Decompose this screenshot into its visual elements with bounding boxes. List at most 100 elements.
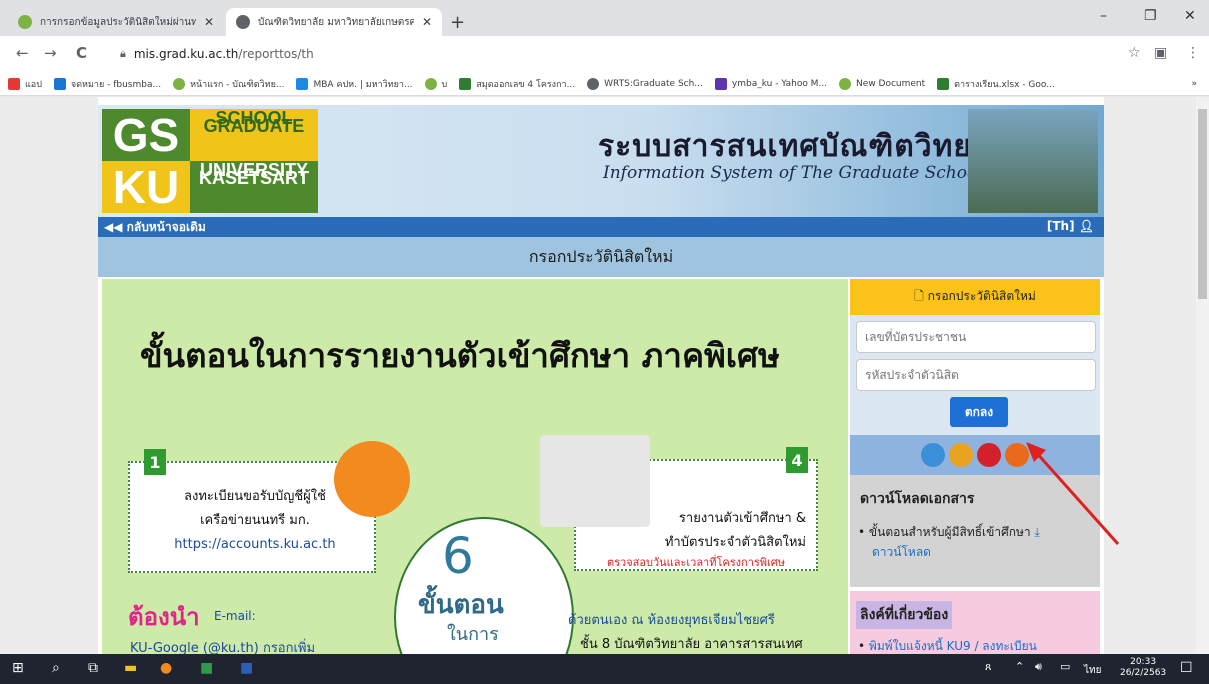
tab-2[interactable]: บัณฑิตวิทยาลัย มหาวิทยาลัยเกษตรศาสต ✕ <box>226 8 442 36</box>
back-button[interactable]: ← <box>16 44 29 62</box>
file-explorer-icon[interactable]: ▬ <box>124 660 137 676</box>
back-to-previous-link[interactable]: ◀◀ กลับหน้าจอเดิม <box>104 218 206 237</box>
related-links-heading: ลิงค์ที่เกี่ยวข้อง <box>856 601 953 629</box>
annotation-arrow-icon <box>1026 442 1120 545</box>
accounts-url: https://accounts.ku.ac.th <box>174 537 336 552</box>
building-image <box>968 109 1098 213</box>
ie-icon <box>921 443 945 467</box>
step-4-number: 4 <box>786 447 808 473</box>
bookmark-item[interactable]: บ <box>424 77 447 91</box>
site-icon <box>424 77 437 90</box>
word-icon[interactable]: ■ <box>240 660 253 676</box>
globe-icon <box>587 77 600 90</box>
address-bar[interactable]: 🔒︎ mis.grad.ku.ac.th/reporttos/th <box>110 42 1170 66</box>
form-heading: 🗋 กรอกประวัตินิสิตใหม่ <box>850 279 1100 315</box>
site-icon <box>173 77 186 90</box>
people-icon[interactable]: ጸ <box>985 660 991 674</box>
excel-icon[interactable]: ■ <box>200 660 213 676</box>
people-desk-icon <box>540 435 650 527</box>
language-toggle[interactable]: [Th] <box>1047 219 1075 233</box>
chrome-icon <box>949 443 973 467</box>
tray-chevron-icon[interactable]: ⌃ <box>1015 660 1024 673</box>
bookmark-item[interactable]: สมุดออกเลข 4 โครงกา... <box>459 77 575 91</box>
logo-kasetsart: KASETSART UNIVERSITY <box>190 161 318 213</box>
sheets-icon <box>459 77 472 90</box>
computer-user-icon <box>334 441 410 517</box>
lock-icon: 🔒︎ <box>120 47 126 60</box>
reload-button[interactable]: C <box>76 44 87 62</box>
process-poster: ขั้นตอนในการรายงานตัวเข้าศึกษา ภาคพิเศษ … <box>102 279 848 654</box>
windows-start-icon[interactable]: ⊞ <box>12 660 24 676</box>
site-icon <box>839 77 852 90</box>
chrome-taskbar-icon[interactable]: ● <box>160 660 172 676</box>
downloads-heading: ดาวน์โหลดเอกสาร <box>860 491 975 507</box>
url-path: /reporttos/th <box>238 47 314 61</box>
citizen-id-input[interactable] <box>856 321 1096 353</box>
page-title: กรอกประวัตินิสิตใหม่ <box>98 237 1104 277</box>
task-view-icon[interactable]: ⧉ <box>88 660 98 676</box>
search-icon[interactable]: ⌕ <box>52 660 60 676</box>
site-container: GS GRADUATE SCHOOL KU KASETSART UNIVERSI… <box>98 97 1104 654</box>
bookmark-item[interactable]: WRTS:Graduate Sch... <box>587 77 703 90</box>
bookmark-item[interactable]: New Document <box>839 77 925 90</box>
close-tab-icon[interactable]: ✕ <box>422 15 432 29</box>
favicon-icon <box>18 15 32 29</box>
extension-icon[interactable]: ▣ <box>1154 45 1167 61</box>
download-link[interactable]: ดาวน์โหลด <box>872 543 931 562</box>
close-window-button[interactable]: ✕ <box>1184 8 1196 24</box>
logo-ku: KU <box>102 161 190 213</box>
bookmark-item[interactable]: หน้าแรก - บัณฑิตวิทย... <box>173 77 284 91</box>
bookmark-item[interactable]: จดหมาย - fbusmba... <box>53 77 161 91</box>
tab-label: การกรอกข้อมูลประวัตินิสิตใหม่ผ่านทาง <box>40 16 196 28</box>
bookmarks-bar: แอป จดหมาย - fbusmba... หน้าแรก - บัณฑิต… <box>0 72 1209 96</box>
apps-icon <box>8 77 20 90</box>
list-item: • พิมพ์ใบแจ้งหนี้ KU9 / ลงทะเบียน <box>858 639 1037 653</box>
steps-count: 6 <box>442 527 474 585</box>
must-bring-label: ต้องนำ <box>128 603 200 631</box>
page-viewport: GS GRADUATE SCHOOL KU KASETSART UNIVERSI… <box>0 97 1196 654</box>
forward-button[interactable]: → <box>44 44 57 62</box>
url-host: mis.grad.ku.ac.th <box>133 47 239 61</box>
new-tab-button[interactable]: + <box>450 12 465 33</box>
windows-taskbar: ⊞ ⌕ ⧉ ▬ ● ■ ■ ጸ ⌃ 🔊︎ ▭ ไทย 20:33 26/2/25… <box>0 654 1209 684</box>
tab-1[interactable]: การกรอกข้อมูลประวัตินิสิตใหม่ผ่านทาง ✕ <box>8 8 224 36</box>
input-language[interactable]: ไทย <box>1084 663 1101 678</box>
student-id-input[interactable] <box>856 359 1096 391</box>
list-item: • ขั้นตอนสำหรับผู้มีสิทธิ์เข้าศึกษา ⤓ <box>858 525 1040 539</box>
close-tab-icon[interactable]: ✕ <box>204 15 214 29</box>
tab-label: บัณฑิตวิทยาลัย มหาวิทยาลัยเกษตรศาสต <box>258 16 414 28</box>
user-icon[interactable]: 👤︎ <box>1079 219 1094 233</box>
logo-graduate-school: GRADUATE SCHOOL <box>190 109 318 161</box>
network-icon[interactable]: ▭ <box>1060 660 1070 673</box>
menu-icon[interactable]: ⋮ <box>1186 45 1200 61</box>
bookmarks-more-button[interactable]: » <box>1191 79 1197 89</box>
bookmark-item[interactable]: แอป <box>8 77 42 91</box>
notifications-icon[interactable]: ☐ <box>1180 660 1193 676</box>
related-links-section: ลิงค์ที่เกี่ยวข้อง • พิมพ์ใบแจ้งหนี้ KU9… <box>850 591 1100 654</box>
opera-icon <box>977 443 1001 467</box>
new-student-form: ตกลง <box>850 315 1100 435</box>
star-icon[interactable]: ☆ <box>1128 45 1141 61</box>
site-title-english: Information System of The Graduate Schoo… <box>603 163 983 183</box>
restore-button[interactable]: ❐ <box>1144 8 1157 24</box>
logo-gs: GS <box>102 109 190 161</box>
scrollbar-thumb[interactable] <box>1198 109 1207 299</box>
ku9-link[interactable]: พิมพ์ใบแจ้งหนี้ KU9 / ลงทะเบียน <box>869 639 1037 653</box>
submit-button[interactable]: ตกลง <box>950 397 1008 427</box>
bookmark-item[interactable]: ymba_ku - Yahoo M... <box>714 77 827 90</box>
bookmark-item[interactable]: ตารางเรียน.xlsx - Goo... <box>937 77 1055 91</box>
tab-strip: การกรอกข้อมูลประวัตินิสิตใหม่ผ่านทาง ✕ บ… <box>0 0 1209 36</box>
site-banner: GS GRADUATE SCHOOL KU KASETSART UNIVERSI… <box>98 105 1104 217</box>
mba-icon <box>296 77 309 90</box>
poster-title: ขั้นตอนในการรายงานตัวเข้าศึกษา ภาคพิเศษ <box>140 336 780 375</box>
browser-toolbar: ← → C 🔒︎ mis.grad.ku.ac.th/reporttos/th … <box>0 36 1209 72</box>
vertical-scrollbar[interactable] <box>1196 97 1209 654</box>
favicon-icon <box>236 15 250 29</box>
minimize-button[interactable]: – <box>1100 8 1107 24</box>
system-clock[interactable]: 20:33 26/2/2563 <box>1120 657 1166 679</box>
site-nav-bar: ◀◀ กลับหน้าจอเดิม [Th] 👤︎ <box>98 217 1104 237</box>
sheets-icon <box>937 77 950 90</box>
in-process-label: ในการ <box>447 624 499 645</box>
bookmark-item[interactable]: MBA คปห. | มหาวิทยา... <box>296 77 413 91</box>
volume-icon[interactable]: 🔊︎ <box>1035 660 1042 674</box>
